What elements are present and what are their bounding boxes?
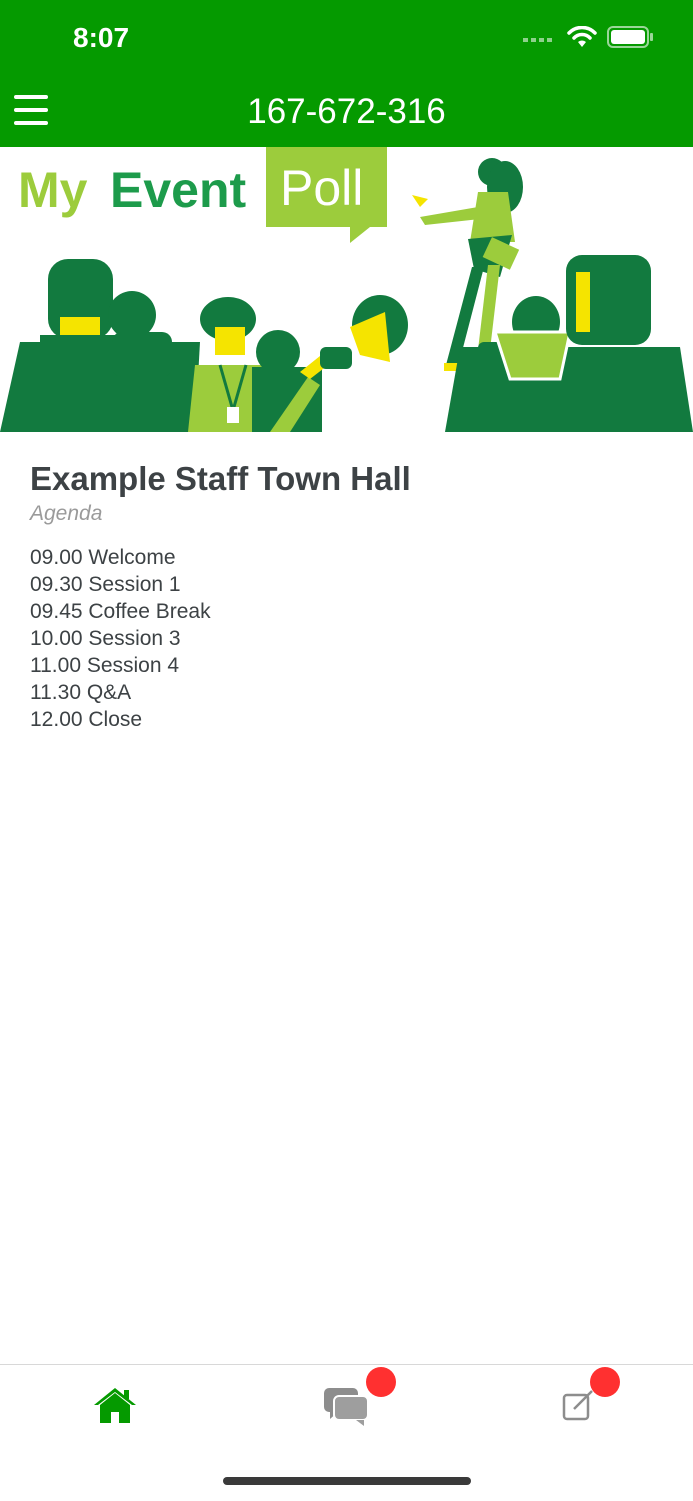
page-title: 167-672-316 bbox=[247, 92, 446, 131]
event-title: Example Staff Town Hall bbox=[30, 460, 411, 497]
agenda-item: 09.30 Session 1 bbox=[30, 572, 181, 596]
logo-event: Event bbox=[110, 162, 247, 218]
status-icons bbox=[523, 26, 653, 48]
agenda-list: 09.00 Welcome 09.30 Session 1 09.45 Coff… bbox=[30, 544, 670, 733]
agenda-item: 11.30 Q&A bbox=[30, 680, 132, 704]
event-content: Example Staff Town Hall Agenda 09.00 Wel… bbox=[30, 460, 670, 733]
banner-illustration: My Event Poll bbox=[0, 147, 693, 432]
agenda-subtitle: Agenda bbox=[30, 501, 103, 525]
event-banner: My Event Poll bbox=[0, 147, 693, 432]
agenda-item: 09.00 Welcome bbox=[30, 545, 176, 569]
agenda-item: 09.45 Coffee Break bbox=[30, 599, 211, 623]
logo-poll: Poll bbox=[280, 160, 363, 216]
agenda-item: 12.00 Close bbox=[30, 707, 143, 731]
wifi-icon bbox=[567, 26, 597, 47]
top-app-bar: 8:07 167-672-316 bbox=[0, 0, 693, 147]
status-time: 8:07 bbox=[73, 22, 130, 53]
tab-home[interactable] bbox=[85, 1375, 145, 1435]
agenda-item: 11.00 Session 4 bbox=[30, 653, 180, 677]
tab-messages[interactable] bbox=[316, 1367, 396, 1435]
tab-compose[interactable] bbox=[548, 1367, 620, 1435]
signal-icon bbox=[523, 38, 552, 42]
agenda-item: 10.00 Session 3 bbox=[30, 626, 181, 650]
notification-badge bbox=[366, 1367, 396, 1397]
notification-badge bbox=[590, 1367, 620, 1397]
laptop bbox=[492, 330, 572, 381]
chat-bubbles-icon bbox=[324, 1388, 369, 1426]
logo-my: My bbox=[18, 162, 88, 218]
battery-icon bbox=[607, 26, 653, 48]
home-icon bbox=[94, 1388, 136, 1423]
home-indicator[interactable] bbox=[223, 1477, 471, 1485]
